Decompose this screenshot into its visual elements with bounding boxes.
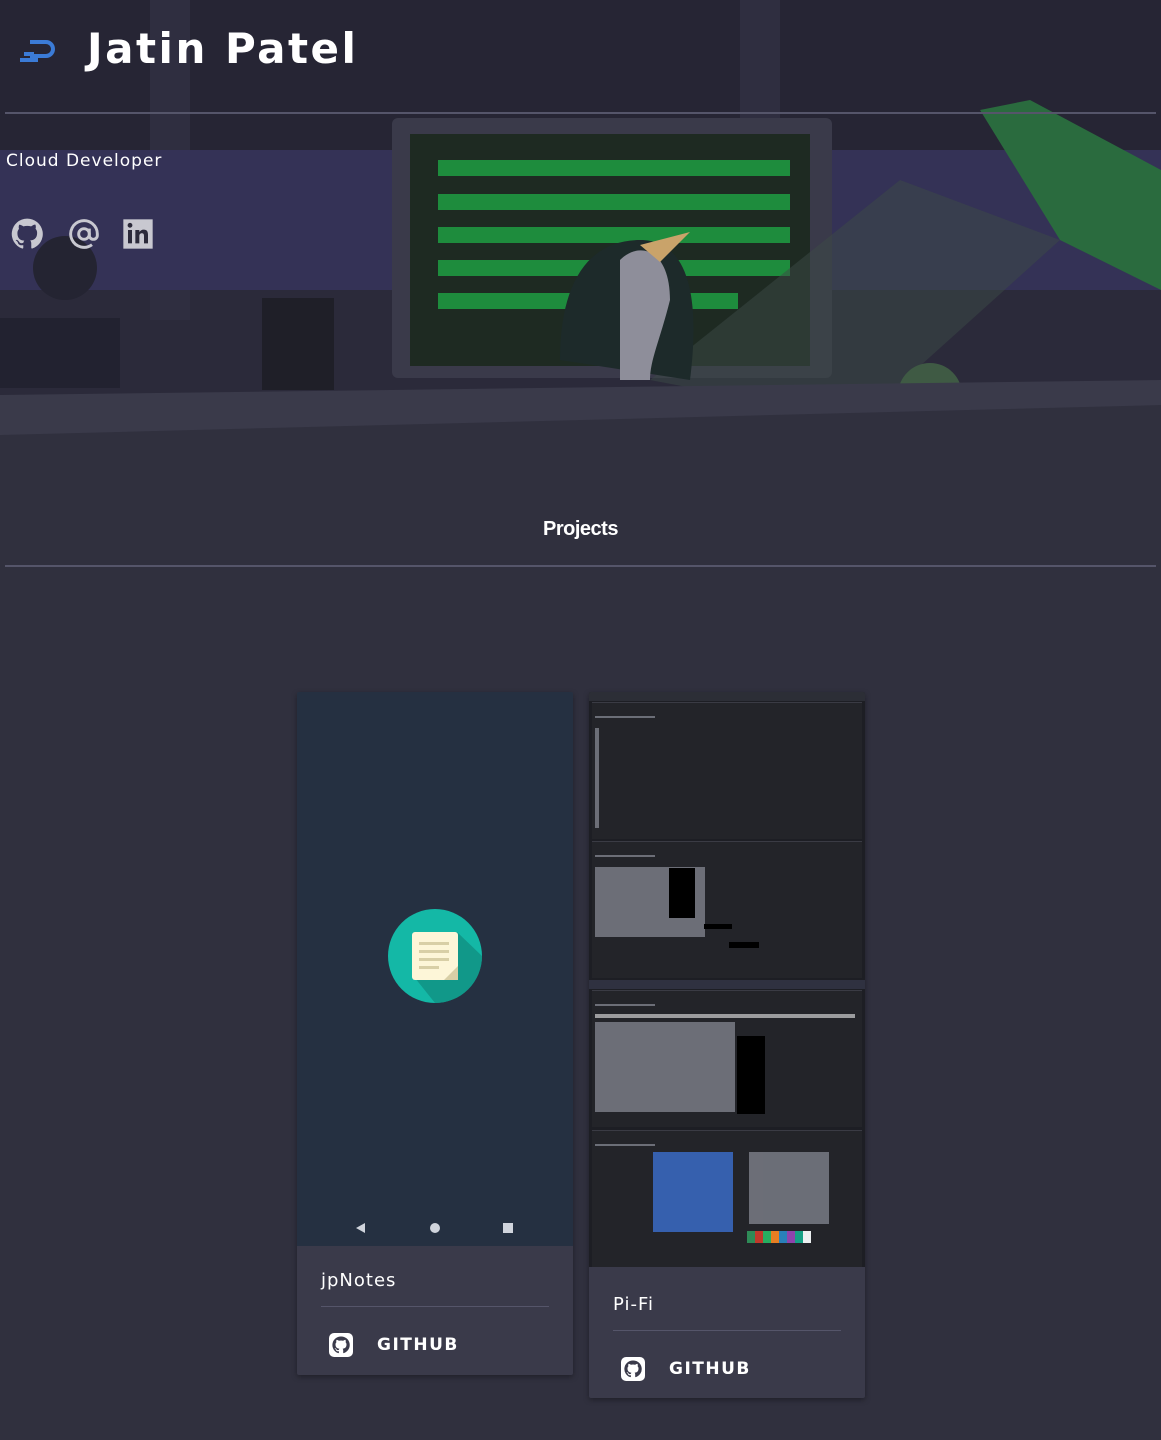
linkedin-icon[interactable] xyxy=(122,218,154,250)
android-home-icon xyxy=(430,1223,440,1233)
github-button-label: GITHUB xyxy=(669,1359,751,1379)
github-icon[interactable] xyxy=(11,218,43,250)
jp-logo-icon[interactable] xyxy=(20,40,58,64)
card-divider xyxy=(321,1306,549,1307)
job-title: Cloud Developer xyxy=(6,151,163,171)
github-button-label: GITHUB xyxy=(377,1335,459,1355)
notes-app-icon xyxy=(388,909,482,1003)
card-divider xyxy=(613,1330,841,1331)
site-title: Jatin Patel xyxy=(87,24,359,73)
terminal-text xyxy=(595,716,855,1243)
project-card-pi-fi: Pi-Fi GITHUB xyxy=(589,692,865,1398)
github-button[interactable]: GITHUB xyxy=(319,1325,519,1365)
project-name: jpNotes xyxy=(321,1270,397,1291)
projects-divider xyxy=(5,565,1156,567)
android-back-icon xyxy=(356,1223,365,1233)
project-name: Pi-Fi xyxy=(613,1294,654,1315)
jpnotes-screenshot xyxy=(297,692,573,1246)
github-icon xyxy=(621,1357,645,1381)
hero-banner: Jatin Patel Cloud Developer xyxy=(0,0,1161,435)
github-button[interactable]: GITHUB xyxy=(611,1349,811,1389)
pi-fi-screenshot xyxy=(589,692,865,1267)
header-divider xyxy=(5,112,1156,114)
github-icon xyxy=(329,1333,353,1357)
android-recents-icon xyxy=(503,1223,513,1233)
projects-heading: Projects xyxy=(543,518,618,540)
project-card-jpnotes: jpNotes GITHUB xyxy=(297,692,573,1375)
at-sign-icon[interactable] xyxy=(68,218,100,250)
